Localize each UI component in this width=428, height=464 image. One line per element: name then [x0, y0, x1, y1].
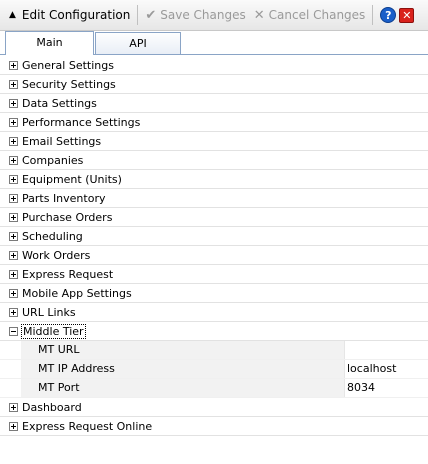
tree-row-security-settings[interactable]: Security Settings: [0, 75, 428, 94]
property-name: MT URL: [21, 341, 345, 359]
property-value-field[interactable]: localhost: [345, 360, 428, 378]
tree-row-label: Scheduling: [22, 229, 83, 243]
expand-plus-icon[interactable]: [9, 60, 18, 70]
tree-row-label: Purchase Orders: [22, 210, 113, 224]
expand-plus-icon[interactable]: [9, 269, 18, 279]
property-name: MT IP Address: [21, 360, 345, 378]
expand-plus-icon[interactable]: [9, 307, 18, 317]
checkmark-icon: ✔: [145, 7, 157, 23]
cancel-changes-label: Cancel Changes: [268, 8, 366, 22]
save-changes-label: Save Changes: [160, 8, 246, 22]
expand-plus-icon[interactable]: [9, 136, 18, 146]
tree-row-general-settings[interactable]: General Settings: [0, 56, 428, 75]
property-name: MT Port: [21, 379, 345, 397]
tree-row-url-links[interactable]: URL Links: [0, 303, 428, 322]
expand-plus-icon[interactable]: [9, 250, 18, 260]
tree-row-label: General Settings: [22, 58, 114, 72]
tree-row-email-settings[interactable]: Email Settings: [0, 132, 428, 151]
property-value-field[interactable]: [345, 341, 428, 359]
collapse-minus-icon[interactable]: [9, 326, 18, 336]
tree-row-middle-tier[interactable]: Middle Tier: [0, 322, 428, 341]
tree-row-label: Parts Inventory: [22, 191, 106, 205]
tree-row-label: Dashboard: [22, 400, 82, 414]
cancel-changes-button[interactable]: ✕ Cancel Changes: [250, 3, 370, 27]
tree-row-express-request-online[interactable]: Express Request Online: [0, 417, 428, 436]
property-value-field[interactable]: 8034: [345, 379, 428, 397]
tree-row-label: Email Settings: [22, 134, 102, 148]
expand-plus-icon[interactable]: [9, 98, 18, 108]
save-changes-button[interactable]: ✔ Save Changes: [141, 3, 249, 27]
close-icon[interactable]: ✕: [399, 7, 415, 23]
tree-row-label: URL Links: [22, 305, 76, 319]
edit-configuration-button[interactable]: ▲ Edit Configuration: [2, 3, 134, 27]
tree-row-label: Work Orders: [22, 248, 91, 262]
expand-plus-icon[interactable]: [9, 174, 18, 184]
expand-plus-icon[interactable]: [9, 79, 18, 89]
tab-main[interactable]: Main: [5, 31, 94, 55]
toolbar: ▲ Edit Configuration ✔ Save Changes ✕ Ca…: [0, 0, 428, 31]
x-mark-icon: ✕: [253, 7, 265, 23]
tree-row-work-orders[interactable]: Work Orders: [0, 246, 428, 265]
tree-row-performance-settings[interactable]: Performance Settings: [0, 113, 428, 132]
tab-api[interactable]: API: [95, 32, 181, 54]
expand-plus-icon[interactable]: [9, 421, 18, 431]
tree-row-label: Performance Settings: [22, 115, 141, 129]
tree-row-label: Equipment (Units): [22, 172, 122, 186]
property-row-mt-port: MT Port 8034: [0, 379, 428, 398]
settings-tree: General Settings Security Settings Data …: [0, 56, 428, 436]
tab-strip: Main API: [0, 31, 428, 55]
tree-row-mobile-app-settings[interactable]: Mobile App Settings: [0, 284, 428, 303]
collapse-triangle-icon: ▲: [9, 10, 16, 20]
tree-row-label: Data Settings: [22, 96, 97, 110]
tree-row-label: Middle Tier: [21, 323, 86, 339]
property-indent: [0, 379, 21, 397]
expand-plus-icon[interactable]: [9, 212, 18, 222]
expand-plus-icon[interactable]: [9, 231, 18, 241]
tree-row-label: Mobile App Settings: [22, 286, 132, 300]
expand-plus-icon[interactable]: [9, 155, 18, 165]
property-row-mt-url: MT URL: [0, 341, 428, 360]
edit-configuration-label: Edit Configuration: [21, 8, 131, 22]
tree-row-scheduling[interactable]: Scheduling: [0, 227, 428, 246]
help-icon[interactable]: ?: [380, 7, 397, 23]
property-row-mt-ip-address: MT IP Address localhost: [0, 360, 428, 379]
tree-row-data-settings[interactable]: Data Settings: [0, 94, 428, 113]
tree-row-label: Express Request: [22, 267, 114, 281]
tree-row-dashboard[interactable]: Dashboard: [0, 398, 428, 417]
expand-plus-icon[interactable]: [9, 288, 18, 298]
tree-row-equipment-units[interactable]: Equipment (Units): [0, 170, 428, 189]
tree-row-purchase-orders[interactable]: Purchase Orders: [0, 208, 428, 227]
tree-row-label: Security Settings: [22, 77, 116, 91]
expand-plus-icon[interactable]: [9, 402, 18, 412]
tree-row-express-request[interactable]: Express Request: [0, 265, 428, 284]
expand-plus-icon[interactable]: [9, 117, 18, 127]
toolbar-separator: [372, 5, 374, 25]
tree-row-label: Express Request Online: [22, 419, 153, 433]
toolbar-separator: [137, 5, 139, 25]
property-indent: [0, 341, 21, 359]
property-indent: [0, 360, 21, 378]
tree-row-label: Companies: [22, 153, 84, 167]
tree-row-companies[interactable]: Companies: [0, 151, 428, 170]
expand-plus-icon[interactable]: [9, 193, 18, 203]
tree-row-parts-inventory[interactable]: Parts Inventory: [0, 189, 428, 208]
